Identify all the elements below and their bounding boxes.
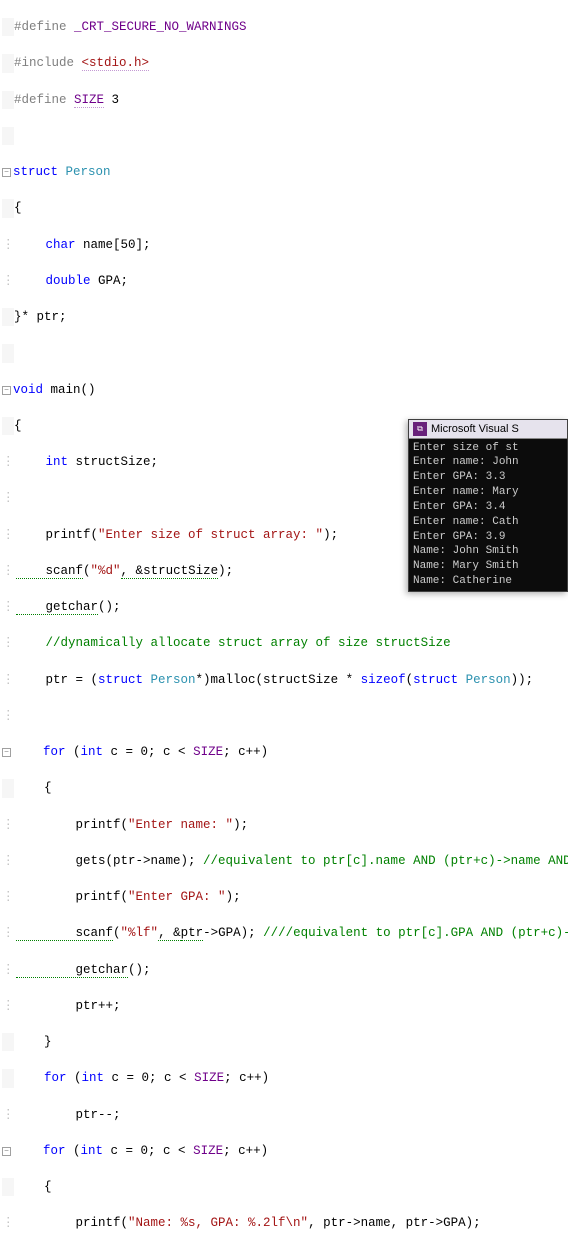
code-line: ⋮ printf("Enter GPA: "); <box>2 888 568 906</box>
code-line: ⋮ double GPA; <box>2 272 568 290</box>
fold-toggle-icon[interactable]: − <box>2 748 11 757</box>
console-window[interactable]: ⧉ Microsoft Visual S Enter size of st En… <box>408 419 568 592</box>
code-line: ⋮ getchar(); <box>2 598 568 616</box>
code-line: ⋮ printf("Enter name: "); <box>2 816 568 834</box>
code-line: #include <stdio.h> <box>2 54 568 72</box>
fold-toggle-icon[interactable]: − <box>2 168 11 177</box>
code-line: −void main() <box>2 381 568 399</box>
code-line: { <box>2 779 568 797</box>
code-line: ⋮ char name[50]; <box>2 236 568 254</box>
code-line: #define _CRT_SECURE_NO_WARNINGS <box>2 18 568 36</box>
code-line: − for (int c = 0; c < SIZE; c++) <box>2 743 568 761</box>
code-line: for (int c = 0; c < SIZE; c++) <box>2 1069 568 1087</box>
code-line: } <box>2 1033 568 1051</box>
console-title-text: Microsoft Visual S <box>431 423 519 435</box>
console-output: Enter size of st Enter name: John Enter … <box>409 439 567 591</box>
fold-toggle-icon[interactable]: − <box>2 1147 11 1156</box>
code-line: ⋮ ptr--; <box>2 1106 568 1124</box>
code-line: ⋮ ptr++; <box>2 997 568 1015</box>
code-line: ⋮ ptr = (struct Person*)malloc(structSiz… <box>2 671 568 689</box>
code-line: ⋮ //dynamically allocate struct array of… <box>2 634 568 652</box>
code-line: { <box>2 199 568 217</box>
code-line <box>2 344 568 362</box>
code-line: { <box>2 1178 568 1196</box>
code-line: − for (int c = 0; c < SIZE; c++) <box>2 1142 568 1160</box>
code-line: −struct Person <box>2 163 568 181</box>
code-line: ⋮ <box>2 707 568 725</box>
code-line: ⋮ gets(ptr->name); //equivalent to ptr[c… <box>2 852 568 870</box>
fold-toggle-icon[interactable]: − <box>2 386 11 395</box>
code-line: ⋮ scanf("%lf", &ptr->GPA); ////equivalen… <box>2 924 568 942</box>
code-line <box>2 127 568 145</box>
code-line: ⋮ printf("Name: %s, GPA: %.2lf\n", ptr->… <box>2 1214 568 1232</box>
code-editor[interactable]: #define _CRT_SECURE_NO_WARNINGS #include… <box>0 0 568 1248</box>
code-line: ⋮ getchar(); <box>2 961 568 979</box>
visual-studio-icon: ⧉ <box>413 422 427 436</box>
code-line: }* ptr; <box>2 308 568 326</box>
code-line: #define SIZE 3 <box>2 91 568 109</box>
console-titlebar[interactable]: ⧉ Microsoft Visual S <box>409 420 567 439</box>
